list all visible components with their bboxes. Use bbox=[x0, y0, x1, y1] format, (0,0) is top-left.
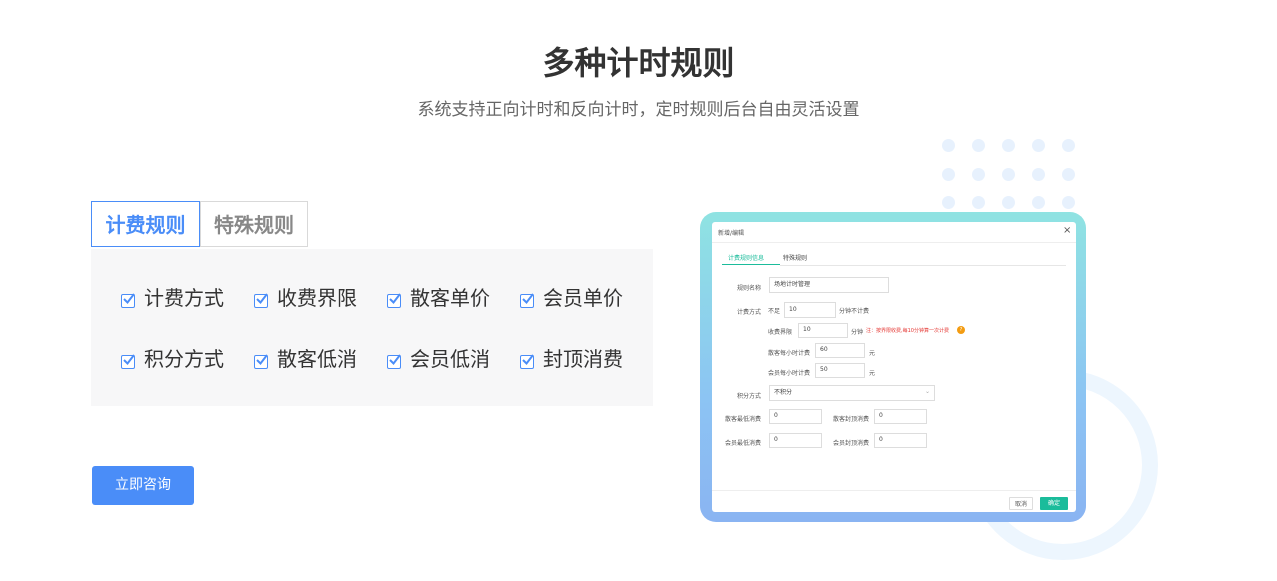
guest-cap-label: 散客封顶消费 bbox=[833, 416, 870, 423]
feature-label: 散客单价 bbox=[410, 286, 490, 310]
billing-input[interactable]: 10 bbox=[784, 302, 836, 318]
member-hourly-unit: 元 bbox=[869, 370, 876, 377]
billing-prefix: 不足 bbox=[768, 308, 781, 315]
dialog-tab-underline bbox=[722, 264, 780, 265]
rule-name-label: 规则名称 bbox=[737, 285, 762, 292]
checkbox-checked-icon bbox=[254, 353, 268, 369]
member-hourly-label: 会员每小时计费 bbox=[768, 370, 811, 377]
feature-item: 会员单价 bbox=[520, 285, 623, 311]
feature-label: 封顶消费 bbox=[543, 347, 623, 371]
page-subtitle: 系统支持正向计时和反向计时，定时规则后台自由灵活设置 bbox=[417, 100, 860, 120]
feature-label: 计费方式 bbox=[144, 286, 224, 310]
feature-label: 散客低消 bbox=[277, 347, 357, 371]
feature-label: 积分方式 bbox=[144, 347, 224, 371]
member-min-input[interactable]: 0 bbox=[769, 433, 822, 448]
limit-unit: 分钟 bbox=[851, 329, 864, 336]
chevron-down-icon: ⌄ bbox=[925, 388, 931, 395]
dialog-tab-special[interactable]: 特殊规则 bbox=[783, 253, 807, 262]
feature-label: 收费界限 bbox=[277, 286, 357, 310]
guest-hourly-label: 散客每小时计费 bbox=[768, 350, 811, 357]
consult-now-button[interactable]: 立即咨询 bbox=[92, 466, 194, 505]
billing-label: 计费方式 bbox=[737, 309, 762, 316]
member-cap-input[interactable]: 0 bbox=[874, 433, 927, 448]
close-icon[interactable]: × bbox=[1063, 225, 1071, 236]
member-cap-label: 会员封顶消费 bbox=[833, 440, 870, 447]
limit-label: 收费界限 bbox=[768, 329, 793, 336]
dialog-footer-divider bbox=[712, 490, 1076, 491]
guest-min-input[interactable]: 0 bbox=[769, 409, 822, 424]
checkbox-checked-icon bbox=[520, 353, 534, 369]
dialog-title: 新增/编辑 bbox=[718, 230, 745, 237]
limit-note: 注：按界限收费,每10分钟算一次计费 bbox=[866, 328, 949, 334]
checkbox-checked-icon bbox=[387, 292, 401, 308]
feature-item: 封顶消费 bbox=[520, 346, 623, 372]
tab-special-rules[interactable]: 特殊规则 bbox=[200, 201, 308, 247]
feature-label: 会员单价 bbox=[543, 286, 623, 310]
feature-item: 会员低消 bbox=[387, 346, 490, 372]
feature-item: 收费界限 bbox=[254, 285, 357, 311]
checkbox-checked-icon bbox=[121, 353, 135, 369]
dialog-confirm-button[interactable]: 确定 bbox=[1040, 497, 1068, 510]
feature-panel bbox=[91, 249, 653, 406]
member-min-label: 会员最低消费 bbox=[725, 440, 762, 447]
feature-label: 会员低消 bbox=[410, 347, 490, 371]
dialog-tab-line bbox=[780, 265, 1066, 266]
rule-name-input[interactable]: 场地计时管理 bbox=[769, 277, 889, 293]
page-title: 多种计时规则 bbox=[542, 44, 735, 82]
points-select[interactable]: 不积分 bbox=[769, 385, 935, 401]
tab-billing-rules[interactable]: 计费规则 bbox=[91, 201, 200, 247]
guest-hourly-input[interactable]: 60 bbox=[815, 343, 865, 358]
help-icon: ? bbox=[957, 326, 965, 334]
dialog-screenshot: 新增/编辑 × 计费规则信息 特殊规则 规则名称 场地计时管理 计费方式 不足 … bbox=[712, 222, 1076, 512]
checkbox-checked-icon bbox=[520, 292, 534, 308]
guest-cap-input[interactable]: 0 bbox=[874, 409, 927, 424]
feature-item: 积分方式 bbox=[121, 346, 224, 372]
guest-min-label: 散客最低消费 bbox=[725, 416, 762, 423]
billing-suffix: 分钟不计费 bbox=[839, 308, 870, 315]
feature-item: 散客低消 bbox=[254, 346, 357, 372]
limit-input[interactable]: 10 bbox=[798, 323, 848, 338]
feature-item: 散客单价 bbox=[387, 285, 490, 311]
dialog-tab-billing[interactable]: 计费规则信息 bbox=[728, 253, 764, 262]
checkbox-checked-icon bbox=[387, 353, 401, 369]
checkbox-checked-icon bbox=[121, 292, 135, 308]
points-label: 积分方式 bbox=[737, 393, 762, 400]
checkbox-checked-icon bbox=[254, 292, 268, 308]
member-hourly-input[interactable]: 50 bbox=[815, 363, 865, 378]
guest-hourly-unit: 元 bbox=[869, 350, 876, 357]
feature-item: 计费方式 bbox=[121, 285, 224, 311]
dialog-cancel-button[interactable]: 取消 bbox=[1009, 497, 1033, 510]
dialog-divider bbox=[712, 242, 1076, 243]
